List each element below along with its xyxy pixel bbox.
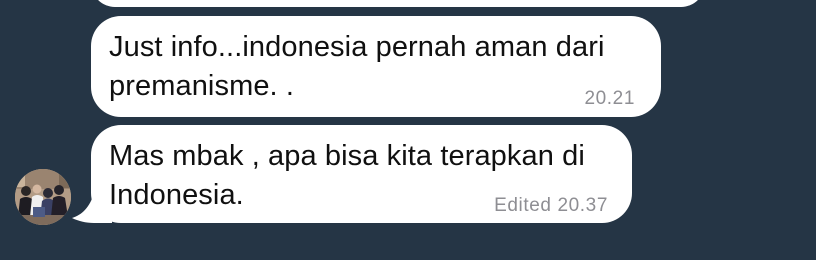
previous-message-bubble[interactable] bbox=[91, 0, 705, 7]
message-bubble[interactable]: Just info...indonesia pernah aman dari p… bbox=[91, 16, 661, 117]
message-text: Just info...indonesia pernah aman dari p… bbox=[109, 31, 613, 102]
message-timestamp: 20.21 bbox=[584, 88, 635, 109]
message-edited-timestamp: Edited 20.37 bbox=[494, 195, 608, 216]
avatar[interactable] bbox=[15, 169, 71, 225]
group-photo-avatar-icon bbox=[15, 169, 71, 225]
message-bubble[interactable]: Mas mbak , apa bisa kita terapkan di Ind… bbox=[91, 125, 632, 223]
chat-view: Just info...indonesia pernah aman dari p… bbox=[0, 0, 816, 260]
